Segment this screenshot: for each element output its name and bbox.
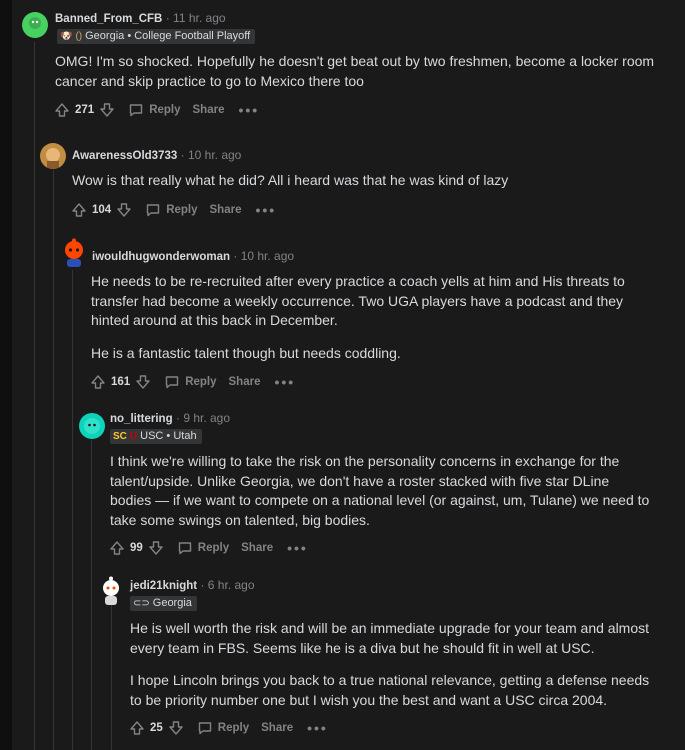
separator: · [233,249,238,263]
comment-text: I think we're willing to take the risk o… [110,453,650,528]
flair-text: Georgia [152,597,192,609]
downvote-icon[interactable] [98,101,116,119]
avatar[interactable] [60,238,88,268]
share-button[interactable]: Share [193,104,225,116]
comment-text: He is a fantastic talent though but need… [91,344,401,361]
separator: · [165,11,170,25]
share-button[interactable]: Share [261,722,293,734]
playoff-icon: ⊂⊃ [133,598,150,609]
reply-label: Reply [185,376,217,388]
score: 271 [75,104,95,116]
comment-text: He is well worth the risk and will be an… [130,620,650,656]
reply-bubble-icon [146,204,160,217]
usc-logo-icon: SC [113,431,127,442]
username[interactable]: jedi21knight [130,580,197,592]
comment-actions: 271 Reply Share ••• [53,100,259,120]
reply-label: Reply [197,542,230,554]
reply-bubble-icon [198,722,211,735]
timestamp[interactable]: 10 hr. ago [188,148,241,162]
comment-body: I think we're willing to take the risk o… [110,452,650,543]
playoff-icon: () [75,31,83,42]
thread-line-4[interactable] [91,440,92,750]
upvote-icon[interactable] [128,719,146,737]
reply-bubble-icon [165,376,179,389]
separator: · [180,148,185,162]
user-flair: ⊂⊃ Georgia [130,596,197,611]
username[interactable]: no_littering [110,413,173,425]
username[interactable]: Banned_From_CFB [55,13,162,25]
share-button[interactable]: Share [229,376,261,388]
upvote-icon[interactable] [70,201,88,219]
username[interactable]: AwarenessOld3733 [72,150,177,162]
downvote-icon[interactable] [147,539,165,557]
upvote-icon[interactable] [108,539,126,557]
comment-text: Wow is that really what he did? All i he… [72,172,509,188]
upvote-icon[interactable] [89,373,107,391]
share-label: Share [228,376,261,388]
more-options-icon[interactable]: ••• [238,102,259,118]
timestamp[interactable]: 11 hr. ago [173,11,226,25]
reply-label: Reply [217,722,250,734]
timestamp[interactable]: 6 hr. ago [208,578,255,592]
downvote-icon[interactable] [134,373,152,391]
comment-body: Wow is that really what he did? All i he… [72,171,662,204]
score: 25 [150,722,163,734]
reply-button[interactable]: Reply [145,202,198,218]
more-options-icon[interactable]: ••• [274,374,295,390]
timestamp[interactable]: 9 hr. ago [183,411,230,425]
comment-body: He needs to be re-recruited after every … [91,272,651,376]
utah-logo-icon: U [129,431,138,442]
user-flair: SC U USC • Utah [110,429,202,444]
reply-bubble-icon [129,104,143,117]
comment-actions: 25 Reply Share ••• [128,718,328,738]
left-gutter [0,0,12,750]
reply-button[interactable]: Reply [177,540,229,556]
comment-actions: 104 Reply Share ••• [70,200,276,220]
share-button[interactable]: Share [210,204,242,216]
separator: · [175,411,180,425]
reply-label: Reply [149,104,181,116]
user-flair: 🐶 () Georgia • College Football Playoff [57,29,256,44]
flair-text: Georgia • College Football Playoff [85,30,251,42]
team-logo-icon: 🐶 [60,31,73,42]
comment-text: OMG! I'm so shocked. Hopefully he doesn'… [55,53,655,89]
more-options-icon[interactable]: ••• [287,540,308,556]
avatar[interactable] [22,12,48,38]
more-options-icon[interactable]: ••• [307,720,328,736]
downvote-icon[interactable] [167,719,185,737]
share-label: Share [209,204,242,216]
reply-label: Reply [166,204,198,216]
reply-button[interactable]: Reply [197,720,249,736]
reply-button[interactable]: Reply [164,374,217,390]
downvote-icon[interactable] [115,201,133,219]
comment-body: He is well worth the risk and will be an… [130,619,650,723]
comment-actions: 99 Reply Share ••• [108,538,308,558]
username[interactable]: iwouldhugwonderwoman [92,251,230,263]
avatar[interactable] [40,143,66,169]
score: 161 [111,376,131,388]
comment-text: He needs to be re-recruited after every … [91,273,625,328]
score: 99 [130,542,143,554]
share-label: Share [241,542,274,554]
reply-button[interactable]: Reply [128,102,181,118]
comment-body: OMG! I'm so shocked. Hopefully he doesn'… [55,52,655,104]
comment-actions: 161 Reply Share ••• [89,372,295,392]
thread-line-1[interactable] [34,42,35,750]
separator: · [200,578,205,592]
timestamp[interactable]: 10 hr. ago [241,249,294,263]
reply-bubble-icon [178,542,191,555]
flair-text: USC • Utah [140,430,197,442]
thread-line-5[interactable] [111,605,112,750]
avatar[interactable] [79,413,105,439]
avatar[interactable] [98,576,124,606]
upvote-icon[interactable] [53,101,71,119]
share-label: Share [192,104,225,116]
thread-line-3[interactable] [72,270,73,750]
thread-line-2[interactable] [53,170,54,750]
share-label: Share [261,722,294,734]
more-options-icon[interactable]: ••• [255,202,276,218]
share-button[interactable]: Share [241,542,273,554]
comment-text: I hope Lincoln brings you back to a true… [130,672,650,708]
score: 104 [92,204,112,216]
